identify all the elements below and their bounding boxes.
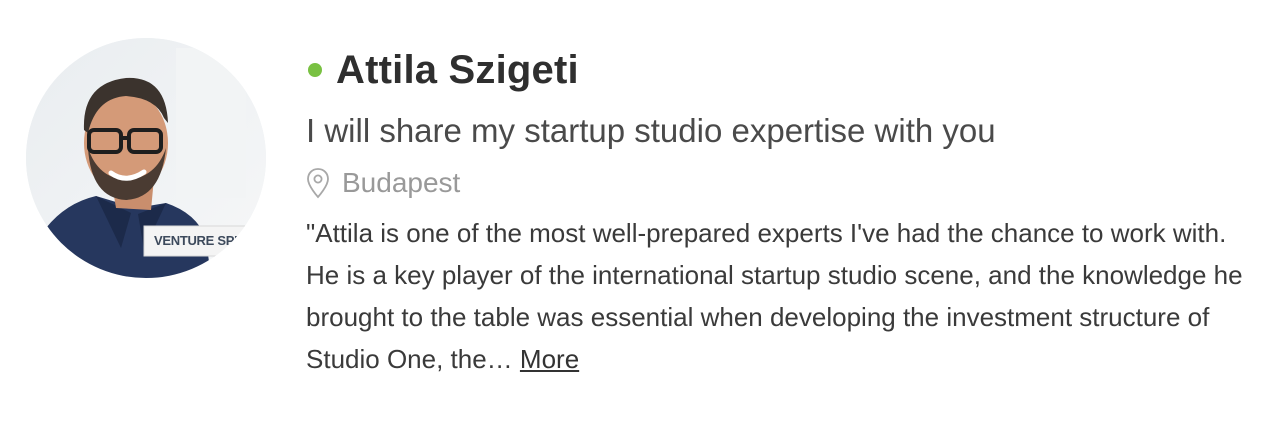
review-excerpt-text: "Attila is one of the most well-prepared…: [306, 218, 1243, 374]
location-label: Budapest: [342, 167, 461, 198]
map-pin-icon: [306, 167, 330, 199]
name-row: Attila Szigeti: [306, 44, 1256, 96]
avatar[interactable]: VENTURE SPEED: [26, 38, 266, 278]
more-link[interactable]: More: [520, 344, 579, 374]
expert-name[interactable]: Attila Szigeti: [336, 48, 579, 93]
profile-details: Attila Szigeti I will share my startup s…: [306, 44, 1256, 380]
location-row: Budapest: [306, 166, 1256, 200]
review-excerpt: "Attila is one of the most well-prepared…: [306, 212, 1256, 380]
avatar-badge-text: VENTURE SPEED: [154, 233, 260, 248]
expert-profile-card: VENTURE SPEED Attila Szigeti I will shar…: [0, 0, 1270, 438]
online-status-indicator: [308, 63, 322, 77]
expert-tagline: I will share my startup studio expertise…: [306, 112, 996, 149]
